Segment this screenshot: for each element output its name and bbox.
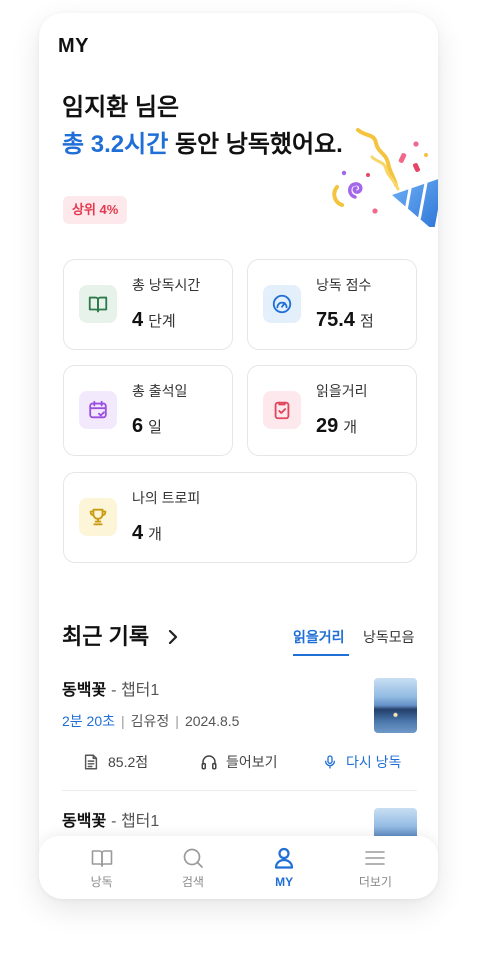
stat-number: 4	[132, 309, 144, 331]
nav-item-my[interactable]: MY	[239, 836, 330, 899]
tab-reading-collection[interactable]: 낭독모음	[363, 627, 415, 647]
app-screen: MY 임지환 님은 총 3.2시간 동안 낭독했어요. 상위 4% 총 낭독시간	[39, 13, 438, 899]
stat-value: 4개	[132, 519, 162, 549]
mic-icon	[325, 755, 335, 769]
stat-value: 75.4 점	[316, 306, 374, 336]
section-title: 최근 기록	[62, 624, 150, 649]
stat-label: 총 출석일	[132, 383, 188, 399]
chevron-right-icon	[168, 629, 178, 645]
bottom-nav: 낭독 검색 MY 더보기	[39, 836, 438, 899]
meta-separator: |	[175, 713, 179, 729]
stat-label: 나의 트로피	[132, 490, 201, 506]
document-icon	[84, 754, 98, 770]
book-icon	[79, 285, 117, 323]
nav-label: 낭독	[90, 875, 113, 889]
record-score: 85.2점	[82, 752, 148, 772]
person-icon	[275, 847, 294, 869]
reading-time-highlight: 총 3.2시간	[62, 131, 169, 158]
stat-number: 75.4	[316, 309, 355, 331]
calendar-check-icon	[79, 391, 117, 429]
party-popper-illustration	[332, 128, 438, 227]
stat-unit: 단계	[148, 313, 176, 330]
record-title[interactable]: 동백꽃 - 챕터1	[62, 811, 159, 833]
record-meta: 2분 20초 | 김유정 | 2024.8.5	[62, 711, 239, 731]
stat-card-reading-materials: 읽을거리 29 개	[247, 365, 417, 456]
stat-unit: 개	[343, 419, 358, 436]
listen-button[interactable]: 들어보기	[200, 752, 278, 772]
stat-number: 4	[132, 522, 144, 544]
book-icon	[91, 850, 112, 867]
stat-unit: 일	[148, 419, 162, 436]
record-title[interactable]: 동백꽃 - 챕터1	[62, 680, 159, 702]
listen-label: 들어보기	[226, 754, 278, 770]
stat-value: 6일	[132, 412, 162, 442]
reread-label: 다시 낭독	[346, 754, 402, 770]
record-chapter: - 챕터1	[111, 813, 160, 830]
stat-card-total-reading-time: 총 낭독시간 4 단계	[63, 259, 233, 350]
gauge-icon	[263, 285, 301, 323]
active-tab-indicator	[293, 654, 349, 656]
nav-item-reading[interactable]: 낭독	[56, 836, 147, 899]
meta-separator: |	[121, 713, 125, 729]
record-thumbnail[interactable]	[374, 678, 417, 733]
menu-icon	[365, 851, 386, 865]
stat-card-trophies: 나의 트로피 4개	[63, 472, 417, 563]
nav-label: 검색	[181, 875, 204, 889]
stat-unit: 점	[359, 313, 374, 330]
greeting-summary-rest: 동안 낭독했어요.	[168, 131, 343, 158]
clipboard-check-icon	[263, 391, 301, 429]
stat-card-attendance-days: 총 출석일 6일	[63, 365, 233, 456]
stat-value: 29 개	[316, 412, 357, 442]
stat-label: 총 낭독시간	[132, 277, 201, 293]
headphones-icon	[201, 755, 217, 770]
record-duration: 2분 20초	[62, 713, 116, 729]
recent-records-link[interactable]: 최근 기록	[62, 622, 179, 652]
record-date: 2024.8.5	[184, 713, 240, 729]
record-chapter: - 챕터1	[111, 682, 160, 699]
nav-label: MY	[275, 875, 294, 889]
stat-label: 낭독 점수	[316, 277, 372, 293]
record-divider	[62, 790, 417, 791]
record-book-title: 동백꽃	[62, 682, 107, 699]
nav-item-more[interactable]: 더보기	[330, 836, 421, 899]
search-icon	[183, 848, 203, 868]
rank-badge: 상위 4%	[63, 196, 128, 224]
greeting-summary: 총 3.2시간 동안 낭독했어요.	[62, 127, 343, 163]
record-book-title: 동백꽃	[62, 813, 107, 830]
stat-number: 29	[316, 415, 339, 437]
record-score-value: 85.2점	[108, 754, 149, 770]
trophy-icon	[79, 498, 117, 536]
tab-reading-materials[interactable]: 읽을거리	[293, 627, 345, 647]
reread-button[interactable]: 다시 낭독	[322, 752, 401, 772]
record-author: 김유정	[130, 713, 170, 729]
page-title: MY	[58, 35, 89, 57]
greeting-name: 임지환 님은	[62, 94, 180, 121]
stat-number: 6	[132, 415, 144, 437]
stat-label: 읽을거리	[316, 383, 368, 399]
stat-unit: 개	[148, 526, 162, 543]
stat-card-reading-score: 낭독 점수 75.4 점	[247, 259, 417, 350]
nav-item-search[interactable]: 검색	[147, 836, 238, 899]
nav-label: 더보기	[358, 875, 392, 889]
stat-value: 4 단계	[132, 306, 176, 336]
